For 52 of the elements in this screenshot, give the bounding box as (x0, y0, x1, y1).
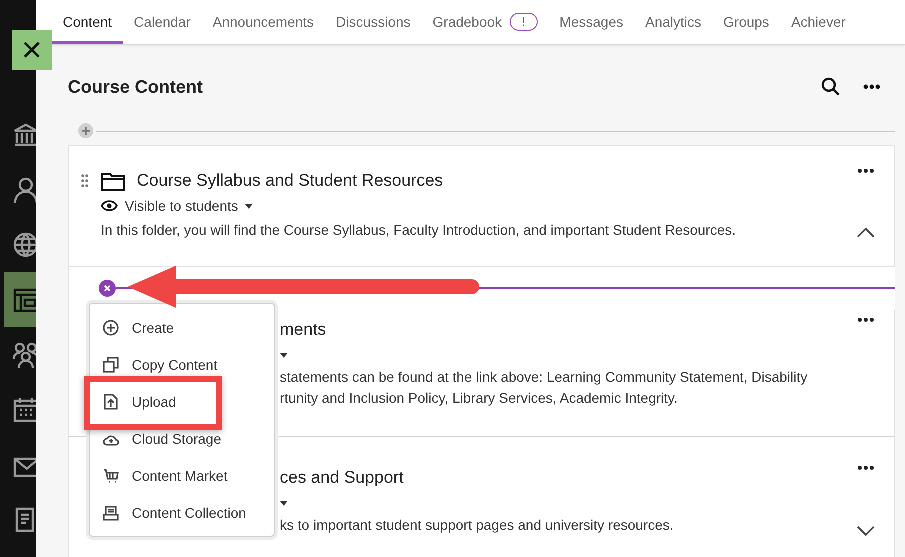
tab[interactable]: Messages (548, 3, 634, 44)
menu-item[interactable]: Content Market (103, 464, 228, 486)
tab[interactable]: Content (52, 3, 124, 44)
item-description: statements can be found at the link above: Learning Community Statement, Disability (280, 368, 809, 387)
expand-chevron-icon[interactable] (857, 526, 875, 536)
caret-icon (245, 204, 254, 208)
item-title[interactable]: ments (280, 320, 326, 340)
item-title[interactable]: ces and Support (280, 468, 404, 488)
more-icon[interactable] (863, 84, 881, 90)
page-title: Course Content (68, 76, 203, 98)
close-icon (23, 41, 41, 59)
tray-icon (103, 504, 119, 520)
folder-icon (101, 172, 125, 190)
copy-icon (103, 356, 119, 372)
tab[interactable]: Announcements (202, 3, 326, 44)
tab[interactable]: Gradebook ! (422, 3, 549, 44)
item-description: In this folder, you will find the Course Syllabus, Faculty Introduction, and important Student Resources. (101, 221, 737, 240)
more-icon[interactable] (857, 317, 875, 323)
menu-item[interactable]: Copy Content (103, 354, 218, 376)
upload-icon (103, 394, 119, 410)
caret-icon[interactable] (280, 352, 288, 358)
add-content-button[interactable] (78, 123, 94, 139)
alert-badge: ! (510, 13, 538, 31)
people-icon[interactable] (12, 340, 36, 368)
menu-item[interactable]: Content Collection (103, 502, 246, 524)
visibility-dropdown[interactable]: Visible to students (101, 198, 254, 214)
globe-icon[interactable] (12, 230, 36, 258)
menu-item[interactable]: Upload (103, 390, 176, 412)
person-icon[interactable] (12, 176, 36, 204)
menu-item[interactable]: Cloud Storage (103, 428, 222, 450)
item-title[interactable]: Course Syllabus and Student Resources (137, 171, 444, 191)
close-button[interactable] (12, 30, 52, 70)
tab[interactable]: Discussions (325, 3, 422, 44)
eye-icon (101, 200, 118, 212)
cart-icon (103, 468, 119, 484)
tab[interactable]: Groups (712, 3, 780, 44)
plus-circle-icon (103, 320, 119, 336)
caret-icon[interactable] (280, 500, 288, 506)
close-add-button[interactable] (99, 280, 116, 296)
tab[interactable]: Calendar (123, 3, 202, 44)
collapse-chevron-icon[interactable] (857, 228, 875, 238)
search-icon[interactable] (821, 77, 841, 97)
item-description: ks to important student support pages and university resources. (280, 516, 675, 535)
tab[interactable]: Achiever (780, 3, 857, 44)
menu-item[interactable]: Create (103, 316, 174, 338)
more-icon[interactable] (857, 465, 875, 471)
drag-handle-icon[interactable] (81, 174, 89, 188)
tab[interactable]: Analytics (634, 3, 713, 44)
more-icon[interactable] (857, 168, 875, 174)
item-description: rtunity and Inclusion Policy, Library Services, Academic Integrity. (280, 389, 679, 408)
sidebar-item[interactable] (4, 272, 36, 327)
calendar-icon[interactable] (12, 396, 36, 424)
